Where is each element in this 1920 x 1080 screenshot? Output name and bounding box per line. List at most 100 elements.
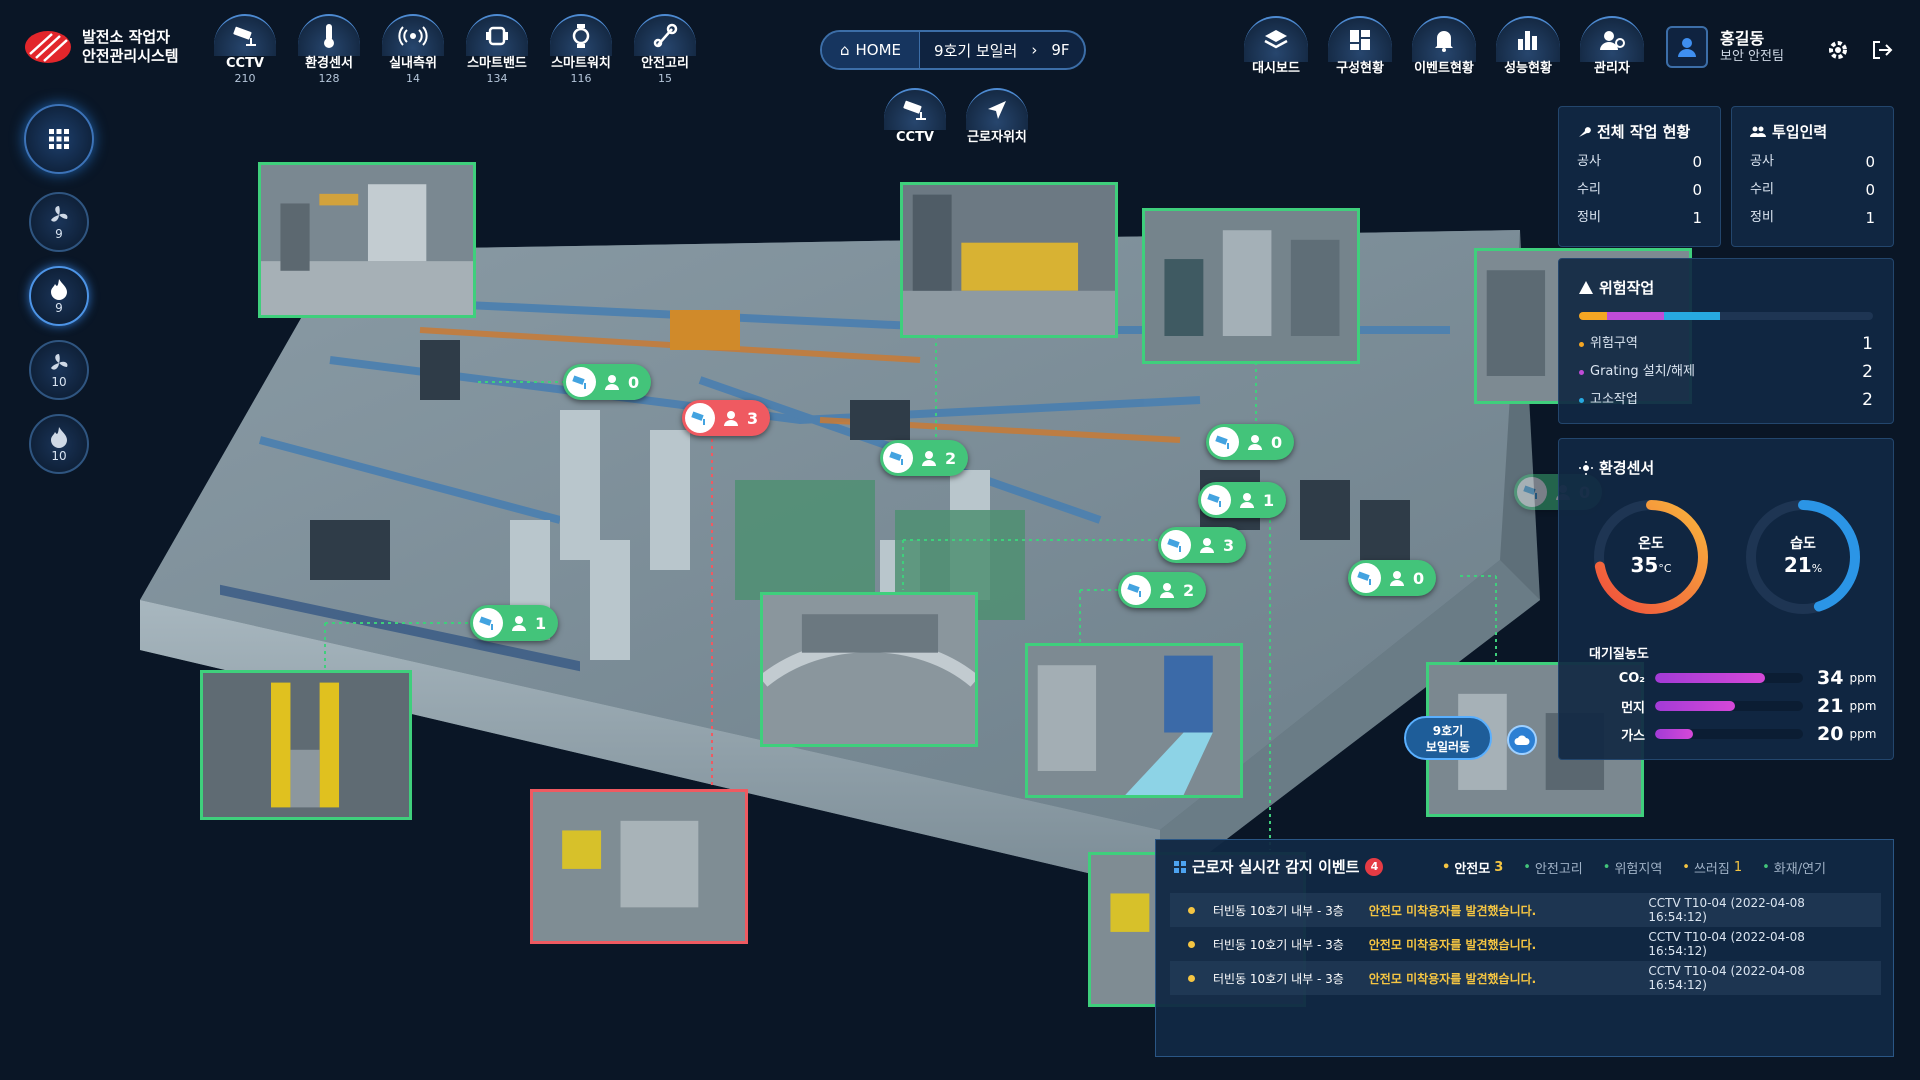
cctv-thumbnail[interactable] <box>760 592 978 747</box>
risk-row[interactable]: Grating 설치/해제 2 <box>1579 358 1873 386</box>
user-name: 홍길동 <box>1720 29 1765 48</box>
sensor-nav-positioning[interactable]: 실내측위 14 <box>382 14 444 85</box>
facility-rail: 9 9 10 10 <box>24 104 94 474</box>
thermometer-icon <box>324 24 334 48</box>
logo-icon <box>25 31 71 63</box>
cctv-thumbnail[interactable] <box>1025 643 1243 798</box>
main-nav-performance[interactable]: 성능현황 <box>1496 16 1560 76</box>
breadcrumb: ⌂ HOME 9호기 보일러 › 9F <box>820 30 1086 70</box>
sensor-nav-safety-hook[interactable]: 안전고리 15 <box>634 14 696 85</box>
cctv-icon <box>1207 493 1221 507</box>
wrench-icon <box>1579 126 1591 137</box>
sensor-nav-smartband[interactable]: 스마트밴드 134 <box>466 14 528 85</box>
sensor-nav-count: 134 <box>486 72 508 85</box>
filter-helmet[interactable]: • 안전모 3 <box>1442 858 1503 877</box>
map-tool-worker-location[interactable]: 근로자위치 <box>966 88 1028 146</box>
zone-marker[interactable] <box>1507 725 1537 755</box>
worker-pin-alert[interactable]: 3 <box>682 400 771 436</box>
kv-value: 1 <box>1692 209 1702 227</box>
kv-value: 0 <box>1865 153 1875 171</box>
zone-tag-boiler-9[interactable]: 9호기 보일러동 <box>1404 716 1492 760</box>
layers-icon <box>1264 30 1288 49</box>
event-row[interactable]: 터빈동 10호기 내부 - 3층 안전모 미착용자를 발견했습니다. CCTV … <box>1170 927 1881 961</box>
cctv-icon <box>1523 485 1537 499</box>
cctv-feed-image <box>1028 646 1240 795</box>
cctv-thumbnail[interactable] <box>200 670 412 820</box>
event-bullet <box>1188 974 1195 982</box>
filter-fall[interactable]: • 쓰러짐 1 <box>1682 858 1742 877</box>
main-nav-label: 구성현황 <box>1336 61 1384 76</box>
filter-safety-hook[interactable]: • 안전고리 <box>1523 858 1583 877</box>
air-value: 34 <box>1817 667 1844 689</box>
sensor-nav-cctv[interactable]: CCTV 210 <box>214 14 276 85</box>
worker-pin[interactable]: 0 <box>563 364 652 400</box>
rail-boiler-10[interactable]: 10 <box>29 414 89 474</box>
risk-row[interactable]: 고소작업 2 <box>1579 386 1873 414</box>
cctv-thumbnail[interactable] <box>258 162 476 318</box>
kv-value: 0 <box>1865 181 1875 199</box>
risk-value: 2 <box>1862 390 1873 410</box>
person-icon <box>724 411 738 426</box>
events-title: 근로자 실시간 감지 이벤트 <box>1192 858 1360 876</box>
cctv-icon <box>889 451 903 465</box>
worker-pin[interactable]: 1 <box>470 605 559 641</box>
main-nav-dashboard[interactable]: 대시보드 <box>1244 16 1308 76</box>
cctv-thumbnail-alert[interactable] <box>530 789 748 944</box>
sensor-nav: CCTV 210 환경센서 128 실내측위 14 스마트밴드 134 스마트워… <box>214 14 696 85</box>
breadcrumb-building[interactable]: 9호기 보일러 › 9F <box>920 40 1083 61</box>
filter-fire-smoke[interactable]: • 화재/연기 <box>1762 858 1826 877</box>
air-fill <box>1655 729 1694 739</box>
main-nav-admin[interactable]: 관리자 <box>1580 16 1644 76</box>
event-row[interactable]: 터빈동 10호기 내부 - 3층 안전모 미착용자를 발견했습니다. CCTV … <box>1170 961 1881 995</box>
sensor-nav-env[interactable]: 환경센서 128 <box>298 14 360 85</box>
worker-pin[interactable]: 3 <box>1158 527 1247 563</box>
event-location: 터빈동 10호기 내부 - 3층 <box>1212 903 1344 918</box>
bar-chart-icon <box>1518 31 1537 50</box>
main-nav-composition[interactable]: 구성현황 <box>1328 16 1392 76</box>
breadcrumb-home[interactable]: ⌂ HOME <box>822 32 921 68</box>
main-nav-events[interactable]: 이벤트현황 <box>1412 16 1476 76</box>
fan-icon <box>51 353 68 370</box>
event-row[interactable]: 터빈동 10호기 내부 - 3층 안전모 미착용자를 발견했습니다. CCTV … <box>1170 893 1881 927</box>
event-message: 안전모 미착용자를 발견했습니다. <box>1368 971 1537 986</box>
settings-button[interactable] <box>1826 38 1850 62</box>
worker-pin[interactable]: 2 <box>1118 572 1207 608</box>
worker-pin[interactable]: 0 <box>1348 560 1437 596</box>
worker-pin[interactable]: 1 <box>1198 482 1287 518</box>
rail-turbine-10[interactable]: 10 <box>29 340 89 400</box>
air-unit: ppm <box>1849 727 1877 741</box>
cctv-thumbnail[interactable] <box>1142 208 1360 364</box>
rail-count: 9 <box>55 226 63 241</box>
grid-icon <box>1350 30 1370 50</box>
map-tool-cctv[interactable]: CCTV <box>884 88 946 146</box>
app-logo[interactable]: 발전소 작업자 안전관리시스템 <box>24 28 179 66</box>
cctv-feed-image <box>203 673 409 817</box>
breadcrumb-floor[interactable]: 9F <box>1051 41 1069 59</box>
flame-icon <box>51 426 67 448</box>
rail-turbine-9[interactable]: 9 <box>29 192 89 252</box>
event-source: CCTV T10-04 (2022-04-08 16:54:12) <box>1648 964 1805 992</box>
logout-button[interactable] <box>1870 38 1894 62</box>
gauge-value: 35 <box>1630 553 1659 577</box>
main-nav-label: 성능현황 <box>1504 61 1552 76</box>
chevron-right-icon: › <box>1031 41 1038 59</box>
risk-label: 고소작업 <box>1590 392 1638 407</box>
event-location: 터빈동 10호기 내부 - 3층 <box>1212 971 1344 986</box>
filter-danger-zone[interactable]: • 위험지역 <box>1603 858 1663 877</box>
risk-value: 1 <box>1862 334 1873 354</box>
worker-pin[interactable]: 2 <box>880 440 969 476</box>
zone-tag-line2: 보일러동 <box>1425 740 1471 754</box>
user-profile[interactable]: 홍길동 보안 안전팀 <box>1666 26 1784 68</box>
menu-grid-button[interactable] <box>24 104 94 174</box>
gauge-value: 21 <box>1783 553 1812 577</box>
gauge-label: 온도 <box>1638 536 1664 552</box>
person-icon <box>1248 435 1262 450</box>
dot-icon <box>1579 397 1584 403</box>
filter-label: 위험지역 <box>1614 862 1663 877</box>
risk-row[interactable]: 위험구역 1 <box>1579 330 1873 358</box>
rail-boiler-9[interactable]: 9 <box>29 266 89 326</box>
sensor-nav-smartwatch[interactable]: 스마트워치 116 <box>550 14 612 85</box>
cctv-thumbnail[interactable] <box>900 182 1118 338</box>
worker-pin[interactable]: 0 <box>1206 424 1295 460</box>
cctv-icon <box>1357 571 1371 585</box>
